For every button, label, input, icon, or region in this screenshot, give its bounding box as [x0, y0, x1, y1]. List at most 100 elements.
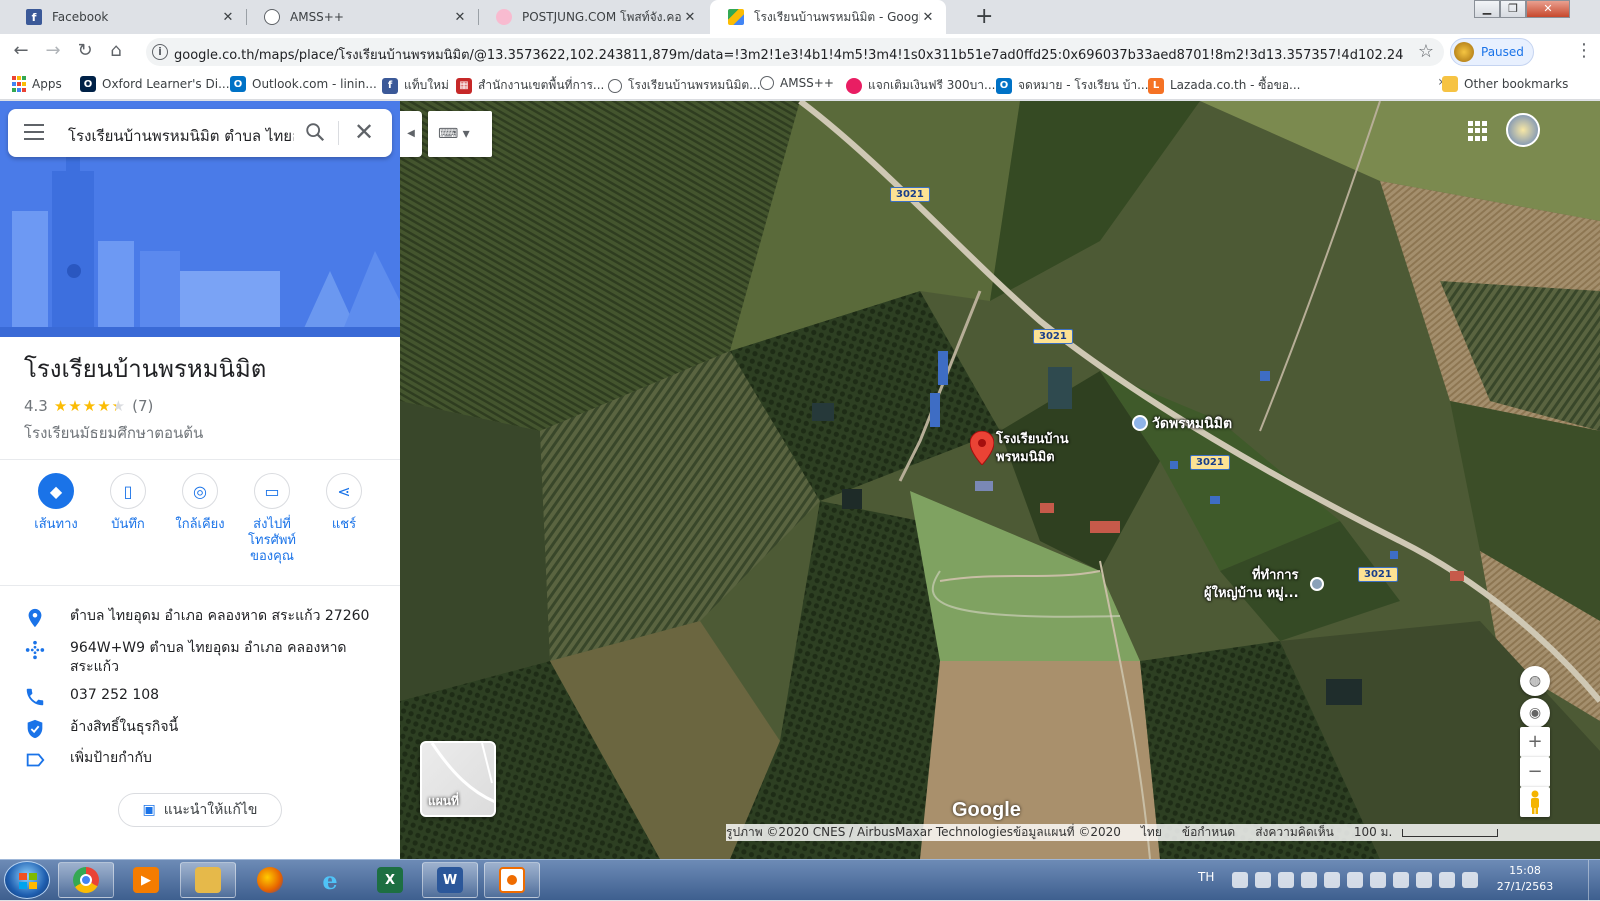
bookmark-office[interactable]: ▦ สำนักงานเขตพื้นที่การ... [456, 76, 604, 95]
bookmark-apps[interactable]: Apps [12, 76, 62, 92]
tray-volume-icon[interactable] [1439, 872, 1455, 888]
tab-postjung[interactable]: POSTJUNG.COM โพสท์จัง.คอม ✕ [478, 0, 708, 34]
suggest-edit-button[interactable]: ▣ แนะนำให้แก้ไข [118, 793, 282, 827]
input-language[interactable]: TH [1198, 870, 1214, 884]
forward-button[interactable]: → [42, 40, 64, 62]
show-desktop-button[interactable] [1588, 860, 1600, 901]
bookmark-mail[interactable]: O จดหมาย - โรงเรียน บ้า... [996, 76, 1149, 95]
share-button[interactable]: ⋖ แชร์ [308, 473, 380, 533]
phone-row[interactable]: 037 252 108 [24, 686, 370, 708]
zoom-out-button[interactable]: − [1520, 757, 1550, 787]
bookmark-lazada[interactable]: L Lazada.co.th - ซื้อขอ... [1148, 76, 1301, 95]
tray-battery-icon[interactable] [1393, 872, 1409, 888]
tray-bluetooth-icon[interactable] [1347, 872, 1363, 888]
start-button[interactable] [4, 861, 50, 899]
google-apps-icon[interactable] [1468, 121, 1488, 141]
tray-pen-icon[interactable] [1324, 872, 1340, 888]
taskbar-firefox[interactable] [242, 862, 298, 898]
nearby-button[interactable]: ◎ ใกล้เคียง [164, 473, 236, 533]
taskbar-media-player[interactable]: ▶ [118, 862, 174, 898]
tray-signal-icon[interactable] [1462, 872, 1478, 888]
back-button[interactable]: ← [10, 40, 32, 62]
collapse-panel-button[interactable]: ◀ [400, 111, 422, 157]
close-icon[interactable]: ✕ [920, 10, 936, 25]
bookmark-amss[interactable]: AMSS++ [760, 76, 834, 90]
office-icon: ▦ [456, 77, 472, 94]
folder-icon [1442, 76, 1458, 92]
map-type-toggle[interactable]: แผนที่ [420, 741, 496, 817]
street-view-pegman-icon[interactable] [1520, 787, 1550, 817]
taskbar-excel[interactable]: X [362, 862, 418, 898]
satellite-map[interactable]: ◀ ⌨ ▾ 3021 3021 3021 3021 โรงเรียนบ้าน พ… [400, 101, 1600, 859]
taskbar-chrome[interactable] [58, 862, 114, 898]
directions-button[interactable]: ◆ เส้นทาง [20, 473, 92, 533]
tab-facebook[interactable]: f Facebook ✕ [8, 0, 246, 34]
browser-menu-icon[interactable]: ⋮ [1575, 40, 1593, 61]
tab-google-maps[interactable]: โรงเรียนบ้านพรหมนิมิต - Google Ma ✕ [710, 0, 946, 34]
search-input[interactable]: โรงเรียนบ้านพรหมนิมิต ตำบล ไทยอุดม [68, 124, 294, 148]
review-count[interactable]: (7) [132, 397, 153, 415]
taskbar-clock[interactable]: 15:08 27/1/2563 [1495, 863, 1555, 895]
close-icon[interactable]: ✕ [682, 10, 698, 25]
divider [0, 459, 400, 460]
tab-amss[interactable]: AMSS++ ✕ [246, 0, 478, 34]
scale-bar[interactable] [1402, 828, 1499, 837]
menu-icon[interactable] [24, 124, 44, 142]
close-icon[interactable]: ✕ [452, 10, 468, 25]
school-map-label[interactable]: โรงเรียนบ้าน พรหมนิมิต [996, 431, 1069, 467]
taskbar-file-explorer[interactable] [180, 862, 236, 898]
tray-network-icon[interactable] [1232, 872, 1248, 888]
address-row[interactable]: ตำบล ไทยอุดม อำเภอ คลองหาด สระแก้ว 27260 [24, 607, 370, 629]
search-box[interactable]: โรงเรียนบ้านพรหมนิมิต ตำบล ไทยอุดม ✕ [8, 109, 392, 157]
scale-label[interactable]: 100 ม. [1354, 823, 1392, 842]
action-label: บันทึก [111, 517, 145, 532]
url-text[interactable]: google.co.th/maps/place/โรงเรียนบ้านพรหม… [174, 44, 1404, 65]
new-tab-button[interactable]: + [975, 4, 993, 29]
tray-printer-icon[interactable] [1301, 872, 1317, 888]
location-pin-icon[interactable] [970, 431, 994, 465]
home-button[interactable]: ⌂ [105, 40, 127, 62]
taskbar-word[interactable]: W [422, 862, 478, 898]
bookmark-school[interactable]: โรงเรียนบ้านพรหมนิมิต... [608, 76, 761, 95]
terms-link[interactable]: ข้อกำหนด [1182, 823, 1235, 842]
tray-device-icon[interactable] [1278, 872, 1294, 888]
zoom-in-button[interactable]: + [1520, 727, 1550, 757]
other-bookmarks[interactable]: Other bookmarks [1442, 76, 1568, 92]
office-map-label[interactable]: ที่ทำการ ผู้ใหญ่บ้าน หมู่... [1204, 567, 1299, 603]
send-feedback-link[interactable]: ส่งความคิดเห็น [1255, 823, 1334, 842]
reload-button[interactable]: ↻ [74, 40, 96, 62]
tray-update-icon[interactable] [1416, 872, 1432, 888]
close-window-button[interactable]: ✕ [1526, 0, 1570, 18]
tray-display-icon[interactable] [1255, 872, 1271, 888]
my-location-icon[interactable]: ◉ [1520, 698, 1550, 728]
bookmark-outlook[interactable]: O Outlook.com - linin... [230, 76, 377, 92]
globe-view-icon[interactable]: ◍ [1520, 666, 1550, 696]
search-icon[interactable] [304, 121, 326, 143]
taskbar-screen-capture[interactable] [484, 862, 540, 898]
bookmark-new-tab[interactable]: f แท็บใหม่ [382, 76, 449, 95]
tray-flag-icon[interactable] [1370, 872, 1386, 888]
rating-row[interactable]: 4.3 ★★★★★ (7) [24, 397, 153, 415]
bookmark-star-icon[interactable]: ☆ [1418, 41, 1434, 62]
account-avatar[interactable] [1506, 113, 1540, 147]
bookmark-postjung[interactable]: แจกเติมเงินฟรี 300บา... [846, 76, 995, 95]
temple-map-label[interactable]: วัดพรหมนิมิต [1152, 415, 1232, 433]
site-info-icon[interactable]: i [152, 44, 168, 60]
language-link[interactable]: ไทย [1141, 823, 1162, 842]
place-category[interactable]: โรงเรียนมัธยมศึกษาตอนต้น [24, 421, 203, 445]
taskbar-internet-explorer[interactable]: e [302, 862, 358, 898]
profile-button[interactable]: Paused [1450, 38, 1534, 66]
close-icon[interactable]: ✕ [220, 10, 236, 25]
address-bar[interactable]: i google.co.th/maps/place/โรงเรียนบ้านพร… [146, 38, 1444, 66]
save-button[interactable]: ▯ บันทึก [92, 473, 164, 533]
plus-code-row[interactable]: 964W+W9 ตำบล ไทยอุดม อำเภอ คลองหาด สระแก… [24, 639, 370, 677]
minimize-button[interactable]: ▁ [1474, 0, 1500, 18]
add-label-row[interactable]: เพิ่มป้ายกำกับ [24, 749, 370, 771]
input-tools-button[interactable]: ⌨ ▾ [428, 111, 492, 157]
clear-search-icon[interactable]: ✕ [354, 118, 374, 146]
claim-business-row[interactable]: อ้างสิทธิ์ในธุรกิจนี้ [24, 718, 370, 740]
suggest-edit-label: แนะนำให้แก้ไข [163, 802, 258, 818]
bookmark-oxford[interactable]: O Oxford Learner's Di... [80, 76, 230, 92]
restore-button[interactable]: ❐ [1500, 0, 1526, 18]
send-to-phone-button[interactable]: ▭ ส่งไปที่โทรศัพท์ของคุณ [236, 473, 308, 565]
